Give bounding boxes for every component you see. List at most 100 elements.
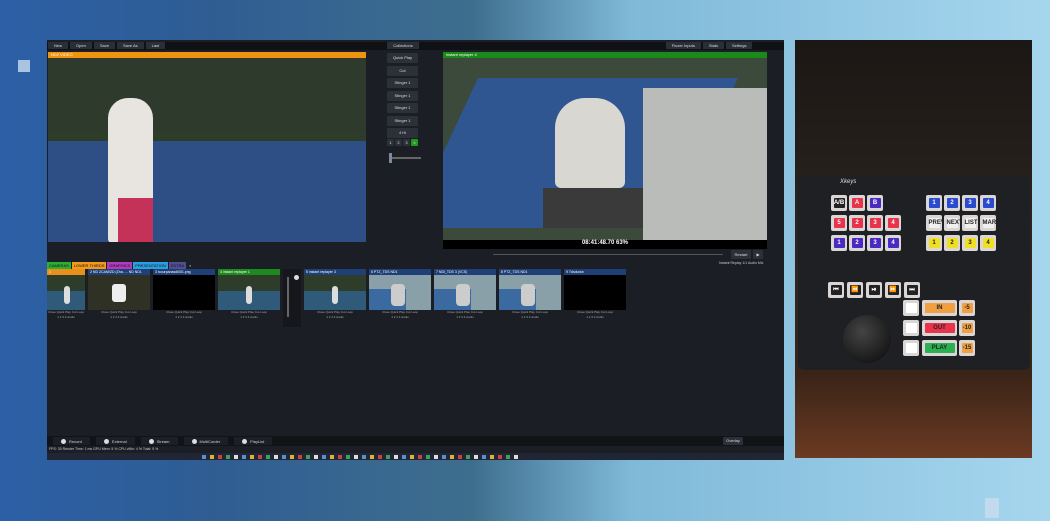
taskbar-app-icon[interactable]	[514, 454, 518, 459]
controller-key[interactable]: 4	[885, 235, 901, 251]
controller-key[interactable]: A/B	[831, 195, 847, 211]
external-button[interactable]: External	[95, 437, 135, 445]
menu-new[interactable]: New	[48, 42, 69, 49]
t-bar-slider[interactable]	[389, 153, 421, 163]
tab-extra[interactable]: EXTRA	[168, 262, 187, 269]
taskbar-app-icon[interactable]	[298, 454, 302, 459]
stream-button[interactable]: Stream	[140, 437, 178, 445]
taskbar-app-icon[interactable]	[386, 454, 390, 459]
menu-last[interactable]: Last	[145, 42, 166, 49]
controller-key[interactable]: PREV	[926, 215, 945, 231]
transition-button[interactable]: Stinger 1	[387, 103, 418, 113]
controller-key[interactable]: 1	[831, 235, 847, 251]
input-audio-controls[interactable]: 1 2 3 4 Audio	[218, 315, 280, 320]
taskbar-app-icon[interactable]	[346, 454, 350, 459]
taskbar-app-icon[interactable]	[338, 454, 342, 459]
search-icon[interactable]: ⌕	[187, 262, 193, 269]
menu-save[interactable]: Save	[93, 42, 115, 49]
settings-button[interactable]: Settings	[726, 42, 753, 49]
controller-key[interactable]: 2	[944, 235, 960, 251]
input-thumbnail[interactable]	[88, 275, 150, 310]
input-audio-controls[interactable]: 1 2 3 4 Audio	[499, 315, 561, 320]
controller-key[interactable]: A	[849, 195, 865, 211]
audio-fader-column[interactable]	[283, 269, 301, 327]
taskbar-app-icon[interactable]	[458, 454, 462, 459]
controller-key[interactable]	[903, 320, 919, 336]
controller-key[interactable]: B	[867, 195, 883, 211]
menu-open[interactable]: Open	[70, 42, 92, 49]
taskbar-app-icon[interactable]	[370, 454, 374, 459]
controller-key[interactable]: 5	[831, 215, 847, 231]
transition-button[interactable]: Quick Play	[387, 53, 418, 63]
taskbar-app-icon[interactable]	[322, 454, 326, 459]
controller-key[interactable]: 1	[926, 195, 942, 211]
fluxer-inputs-button[interactable]: Fluxer Inputs	[665, 42, 701, 49]
controller-key[interactable]: 4	[980, 235, 996, 251]
controller-key[interactable]: -10	[959, 320, 975, 336]
transition-button[interactable]: 4 Hi	[387, 128, 418, 138]
input-thumbnail[interactable]	[434, 275, 496, 310]
input-tile[interactable]: 5 instant replayer 3 Close Quick Play Cut…	[304, 269, 366, 327]
transition-number[interactable]: 2	[395, 139, 402, 146]
controller-key[interactable]: LIST	[962, 215, 978, 231]
playlist-button[interactable]: PlayList	[234, 437, 273, 445]
input-audio-controls[interactable]: 1 2 3 4 Audio	[434, 315, 496, 320]
controller-key[interactable]: 2	[849, 215, 865, 231]
taskbar-app-icon[interactable]	[418, 454, 422, 459]
taskbar-app-icon[interactable]	[210, 454, 214, 459]
controller-key[interactable]: OUT	[922, 320, 957, 336]
taskbar-app-icon[interactable]	[290, 454, 294, 459]
controller-key[interactable]: -15	[959, 340, 975, 356]
taskbar-app-icon[interactable]	[202, 454, 206, 459]
taskbar-app-icon[interactable]	[258, 454, 262, 459]
input-thumbnail[interactable]	[47, 275, 85, 310]
taskbar-app-icon[interactable]	[402, 454, 406, 459]
controller-key[interactable]: ⏭	[904, 282, 920, 298]
input-audio-controls[interactable]: 1 2 3 4 Audio	[564, 315, 626, 320]
transition-number[interactable]: 1	[387, 139, 394, 146]
taskbar-app-icon[interactable]	[490, 454, 494, 459]
transition-number[interactable]: 4	[411, 139, 418, 146]
taskbar-app-icon[interactable]	[306, 454, 310, 459]
controller-key[interactable]: ⏮	[828, 282, 844, 298]
input-audio-controls[interactable]: 1 2 3 4 Audio	[369, 315, 431, 320]
controller-key[interactable]: 2	[944, 195, 960, 211]
taskbar-app-icon[interactable]	[330, 454, 334, 459]
taskbar-app-icon[interactable]	[410, 454, 414, 459]
controller-key[interactable]: NEXT	[944, 215, 963, 231]
input-tile[interactable]: 3 tcourpanasdl001.png Close Quick Play Cu…	[153, 269, 215, 327]
transition-button[interactable]: Stinger 1	[387, 78, 418, 88]
taskbar-app-icon[interactable]	[234, 454, 238, 459]
controller-key[interactable]: ⏩	[885, 282, 901, 298]
input-tile[interactable]: 7 NDI_TDS 3 (VCS) Close Quick Play Cut Lo…	[434, 269, 496, 327]
input-audio-controls[interactable]: 1 2 3 4 Audio	[153, 315, 215, 320]
controller-key[interactable]: MARK	[980, 215, 1001, 231]
taskbar-app-icon[interactable]	[242, 454, 246, 459]
controller-key[interactable]: 4	[980, 195, 996, 211]
tab-lower-thirds[interactable]: LOWER THIRDS	[71, 262, 107, 269]
taskbar-app-icon[interactable]	[226, 454, 230, 459]
replay-seekbar[interactable]	[493, 254, 723, 255]
input-tile[interactable]: 6 PTZ_TDS ND1 Close Quick Play Cut Loop 1 …	[369, 269, 431, 327]
controller-key[interactable]: PLAY	[922, 340, 957, 356]
taskbar-app-icon[interactable]	[218, 454, 222, 459]
input-audio-controls[interactable]: 1 2 3 4 Audio	[47, 315, 85, 320]
taskbar-app-icon[interactable]	[434, 454, 438, 459]
transition-button[interactable]: Stinger 1	[387, 90, 418, 101]
transition-button[interactable]: Stinger 1	[387, 115, 418, 126]
controller-key[interactable]: 4	[885, 215, 901, 231]
input-tile[interactable]: 1 Close Quick Play Cut Loop 1 2 3 4 Audio	[47, 269, 85, 327]
controller-key[interactable]	[903, 300, 919, 316]
taskbar-app-icon[interactable]	[282, 454, 286, 459]
taskbar-app-icon[interactable]	[482, 454, 486, 459]
input-tile[interactable]: 9 Tdsduran Close Quick Play Cut Loop 1 2 3…	[564, 269, 626, 327]
taskbar-app-icon[interactable]	[250, 454, 254, 459]
tab-cameras[interactable]: CAMERAS	[47, 262, 71, 269]
tab-graphics[interactable]: GRAPHICS	[107, 262, 133, 269]
controller-key[interactable]	[903, 340, 919, 356]
taskbar-app-icon[interactable]	[362, 454, 366, 459]
multicorder-button[interactable]: MultiCorder	[183, 437, 229, 445]
taskbar-app-icon[interactable]	[442, 454, 446, 459]
collections-button[interactable]: Collections	[387, 42, 419, 49]
taskbar-app-icon[interactable]	[274, 454, 278, 459]
